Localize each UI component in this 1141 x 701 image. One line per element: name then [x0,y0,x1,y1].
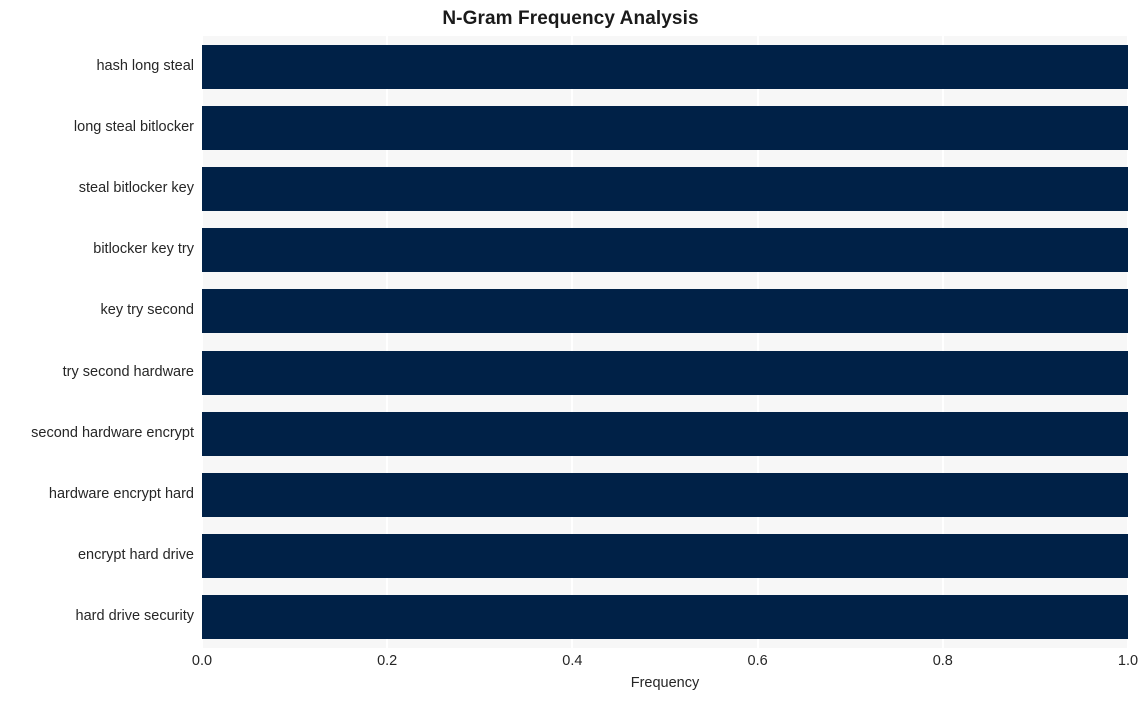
y-tick-label: hardware encrypt hard [48,486,194,502]
x-tick-label: 0.0 [191,653,213,669]
bar[interactable] [202,167,1128,211]
y-tick-label: bitlocker key try [93,241,194,258]
y-tick-label: try second hardware [62,363,194,380]
y-axis-tick-labels: hash long steal long steal bitlocker steal… [0,0,194,701]
x-axis-label: Frequency [630,675,700,691]
bar[interactable] [202,228,1128,273]
x-tick-label: 0.2 [377,653,398,669]
y-tick-label: long steal bitlocker [73,118,194,135]
bar[interactable] [202,534,1128,579]
bar[interactable] [202,44,1128,89]
y-tick-label: hard drive security [75,608,194,625]
plot-area [202,36,1128,648]
x-tick-label: 1.0 [1117,653,1139,669]
chart-figure: N-Gram Frequency Analysis hash long stea… [0,0,1141,701]
bar[interactable] [202,595,1128,640]
y-tick-label: key try second [100,302,195,319]
y-tick-label: encrypt hard drive [77,547,194,564]
y-tick-label: steal bitlocker key [78,180,194,196]
y-tick-label: second hardware encrypt [31,424,194,441]
bar[interactable] [202,473,1128,517]
x-tick-label: 0.8 [932,653,953,669]
x-tick-label: 0.4 [562,653,583,669]
x-tick-label: 0.6 [747,653,768,669]
bar[interactable] [202,105,1128,150]
y-tick-label: hash long steal [96,57,194,74]
bar[interactable] [202,411,1128,456]
bar[interactable] [202,350,1128,395]
bar[interactable] [202,289,1128,334]
x-axis-tick-labels: 0.0 0.2 0.4 0.6 0.8 1.0 [0,652,1141,674]
